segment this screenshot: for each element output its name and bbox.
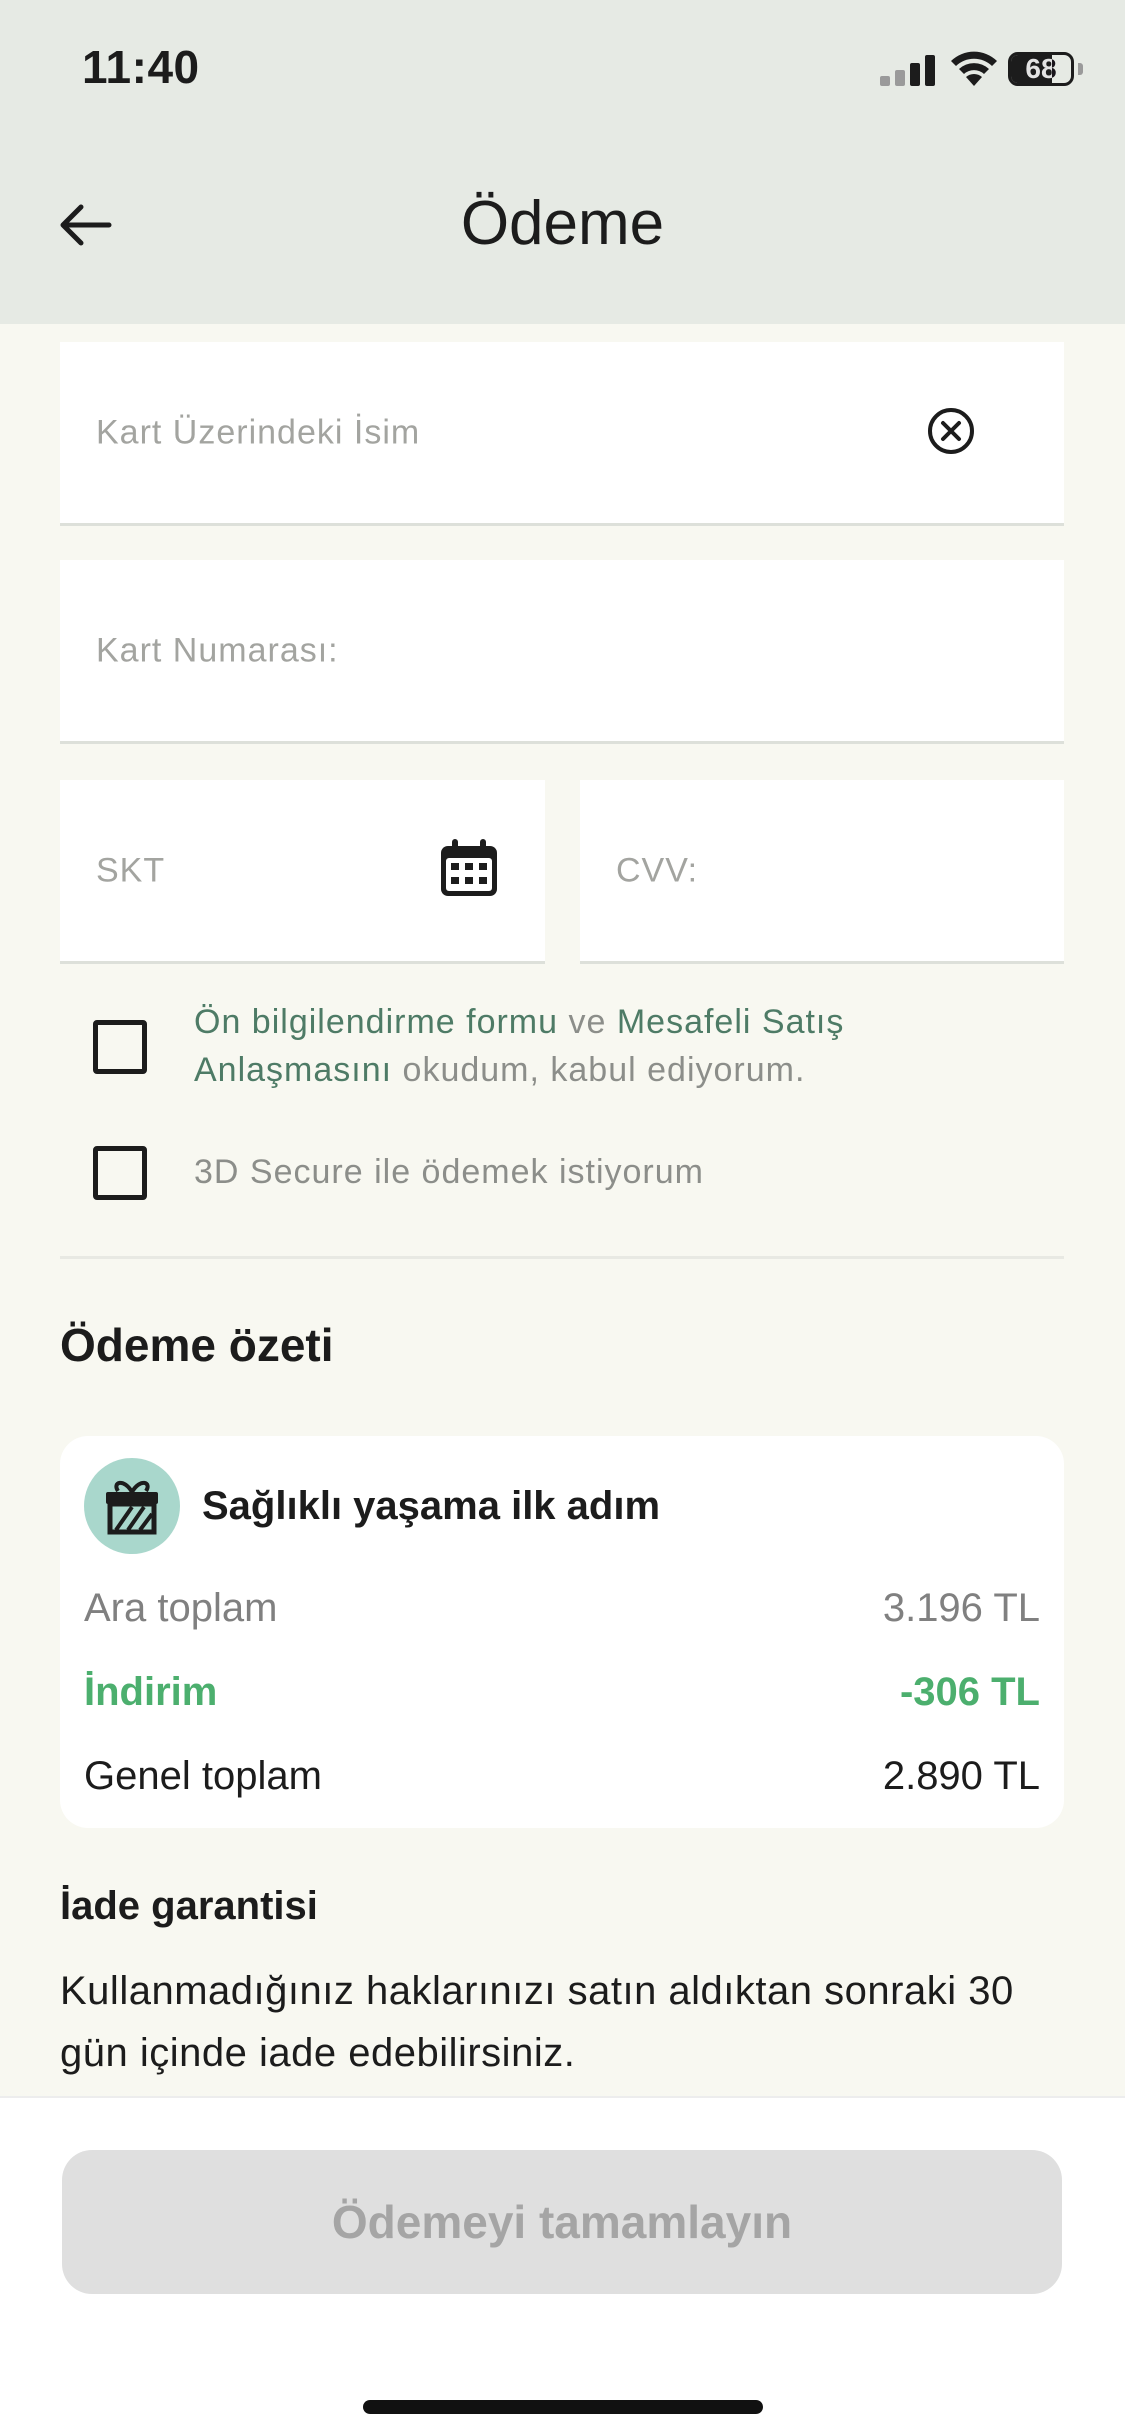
cellular-signal-icon [880,55,935,86]
clear-icon[interactable] [926,406,976,456]
preinfo-form-link[interactable]: Ön bilgilendirme formu [194,1003,558,1041]
gift-icon-badge [84,1458,180,1554]
preinfo-agreement-checkbox[interactable] [93,1020,147,1074]
cvv-placeholder: CVV: [616,851,699,889]
card-name-field[interactable]: Kart Üzerindeki İsim [60,342,1064,526]
grand-total-row: Genel toplam 2.890 TL [84,1754,1040,1799]
battery-icon: 68 [1008,52,1074,86]
card-number-placeholder: Kart Numarası: [96,631,339,669]
card-name-placeholder: Kart Üzerindeki İsim [96,413,421,451]
agreement-conjunction: ve [558,1003,617,1041]
discount-label: İndirim [84,1670,218,1714]
refund-guarantee-title: İade garantisi [60,1884,318,1928]
battery-cap [1078,63,1083,75]
subtotal-label: Ara toplam [84,1586,278,1630]
package-name: Sağlıklı yaşama ilk adım [202,1484,661,1528]
complete-payment-button[interactable]: Ödemeyi tamamlayın [62,2150,1062,2294]
discount-value: -306 TL [899,1670,1040,1714]
subtotal-value: 3.196 TL [882,1586,1040,1630]
payment-summary-card: Sağlıklı yaşama ilk adım Ara toplam 3.19… [60,1436,1064,1828]
page-title: Ödeme [460,189,665,258]
grand-total-value: 2.890 TL [882,1754,1040,1798]
cvv-field[interactable]: CVV: [580,780,1064,964]
status-time: 11:40 [82,41,200,93]
bottom-action-panel: Ödemeyi tamamlayın [0,2096,1125,2436]
section-divider [60,1256,1064,1259]
status-bar: 11:40 68 [0,0,1125,140]
battery-level: 68 [1025,53,1057,84]
header-bar: 11:40 68 Ödeme [0,0,1125,324]
expiry-placeholder: SKT [96,851,166,889]
payment-summary-title: Ödeme özeti [60,1319,334,1371]
agreement-accept-text: okudum, kabul ediyorum. [392,1051,806,1089]
calendar-icon[interactable] [437,836,501,900]
secure-3d-checkbox[interactable] [93,1146,147,1200]
wifi-icon [951,51,997,86]
discount-row: İndirim -306 TL [84,1670,1040,1715]
grand-total-label: Genel toplam [84,1754,322,1798]
refund-guarantee-text: Kullanmadığınız haklarınızı satın aldıkt… [60,1969,1014,2075]
expiry-date-field[interactable]: SKT [60,780,545,964]
secure-3d-label: 3D Secure ile ödemek istiyorum [194,1153,704,1191]
gift-icon [106,1480,158,1535]
card-number-field[interactable]: Kart Numarası: [60,560,1064,744]
preinfo-agreement-label: Ön bilgilendirme formu ve Mesafeli Satış… [194,998,1044,1094]
home-indicator [363,2400,763,2414]
subtotal-row: Ara toplam 3.196 TL [84,1586,1040,1631]
